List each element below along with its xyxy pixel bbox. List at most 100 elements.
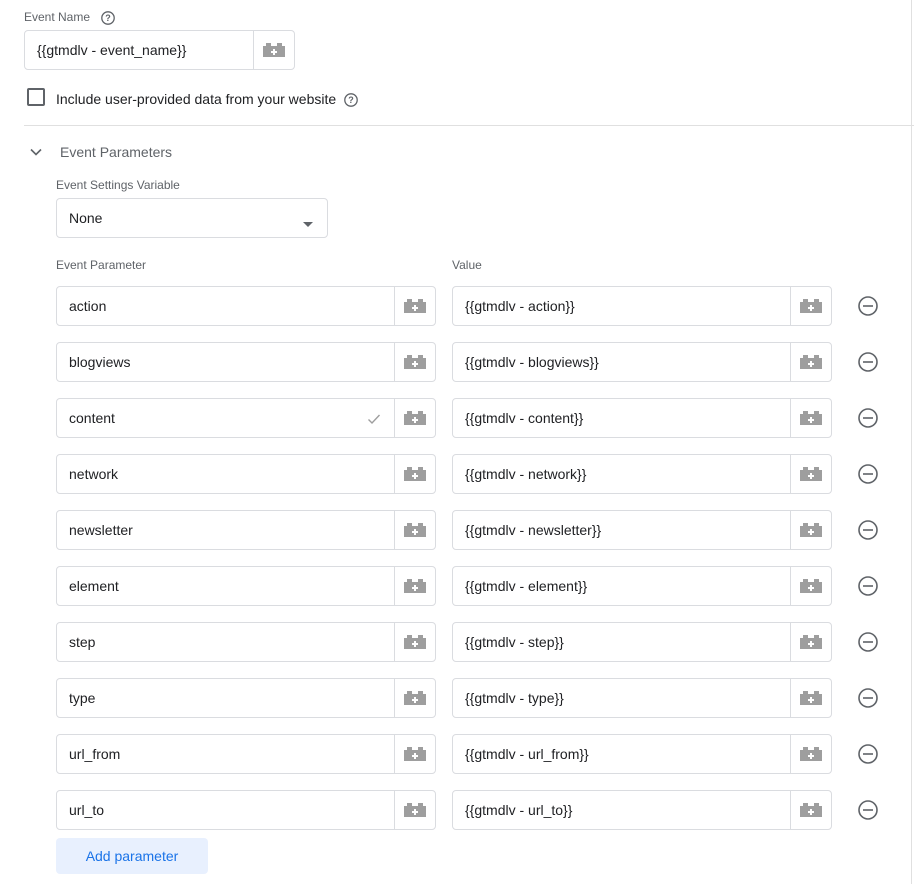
variable-picker-button[interactable] bbox=[790, 511, 831, 549]
lego-brick-icon bbox=[800, 411, 822, 425]
parameter-value-value: {{gtmdlv - step}} bbox=[465, 634, 564, 650]
parameter-name-value: network bbox=[69, 466, 119, 482]
variable-picker-button[interactable] bbox=[790, 567, 831, 605]
lego-brick-icon bbox=[263, 43, 285, 57]
lego-brick-icon bbox=[404, 411, 426, 425]
add-parameter-button[interactable]: Add parameter bbox=[56, 838, 208, 874]
variable-picker-button[interactable] bbox=[394, 791, 435, 829]
remove-parameter-icon[interactable] bbox=[857, 351, 879, 373]
parameter-name-field[interactable]: step bbox=[56, 622, 436, 662]
lego-brick-icon bbox=[404, 635, 426, 649]
parameter-name-value: url_from bbox=[69, 746, 121, 762]
parameter-value-field[interactable]: {{gtmdlv - step}} bbox=[452, 622, 832, 662]
lego-brick-icon bbox=[800, 523, 822, 537]
parameter-value-value: {{gtmdlv - newsletter}} bbox=[465, 522, 602, 538]
settings-variable-value: None bbox=[69, 210, 103, 226]
variable-picker-button[interactable] bbox=[394, 287, 435, 325]
parameter-value-field[interactable]: {{gtmdlv - blogviews}} bbox=[452, 342, 832, 382]
variable-picker-button[interactable] bbox=[253, 31, 294, 69]
lego-brick-icon bbox=[800, 803, 822, 817]
variable-picker-button[interactable] bbox=[790, 623, 831, 661]
remove-parameter-icon[interactable] bbox=[857, 295, 879, 317]
parameter-value-field[interactable]: {{gtmdlv - url_from}} bbox=[452, 734, 832, 774]
parameter-value-field[interactable]: {{gtmdlv - type}} bbox=[452, 678, 832, 718]
event-name-value: {{gtmdlv - event_name}} bbox=[37, 42, 187, 58]
variable-picker-button[interactable] bbox=[394, 399, 435, 437]
parameter-name-field[interactable]: newsletter bbox=[56, 510, 436, 550]
remove-parameter-icon[interactable] bbox=[857, 463, 879, 485]
variable-picker-button[interactable] bbox=[394, 679, 435, 717]
parameter-name-value: action bbox=[69, 298, 107, 314]
col-header-value: Value bbox=[452, 258, 482, 272]
parameter-value-value: {{gtmdlv - url_from}} bbox=[465, 746, 589, 762]
parameter-value-value: {{gtmdlv - content}} bbox=[465, 410, 584, 426]
parameter-value-field[interactable]: {{gtmdlv - content}} bbox=[452, 398, 832, 438]
remove-parameter-icon[interactable] bbox=[857, 631, 879, 653]
variable-picker-button[interactable] bbox=[790, 735, 831, 773]
remove-parameter-icon[interactable] bbox=[857, 575, 879, 597]
parameter-value-value: {{gtmdlv - action}} bbox=[465, 298, 575, 314]
parameter-name-field[interactable]: element bbox=[56, 566, 436, 606]
parameter-name-field[interactable]: network bbox=[56, 454, 436, 494]
lego-brick-icon bbox=[800, 299, 822, 313]
parameter-name-field[interactable]: content bbox=[56, 398, 436, 438]
lego-brick-icon bbox=[800, 747, 822, 761]
lego-brick-icon bbox=[800, 691, 822, 705]
user-data-label: Include user-provided data from your web… bbox=[56, 91, 337, 107]
parameter-name-value: newsletter bbox=[69, 522, 133, 538]
parameter-value-value: {{gtmdlv - blogviews}} bbox=[465, 354, 599, 370]
variable-picker-button[interactable] bbox=[790, 399, 831, 437]
parameter-name-field[interactable]: action bbox=[56, 286, 436, 326]
variable-picker-button[interactable] bbox=[790, 343, 831, 381]
lego-brick-icon bbox=[404, 299, 426, 313]
lego-brick-icon bbox=[404, 355, 426, 369]
help-circle-icon[interactable]: ? bbox=[100, 10, 116, 26]
lego-brick-icon bbox=[404, 523, 426, 537]
lego-brick-icon bbox=[800, 635, 822, 649]
settings-variable-label: Event Settings Variable bbox=[56, 178, 180, 192]
remove-parameter-icon[interactable] bbox=[857, 519, 879, 541]
svg-text:?: ? bbox=[348, 95, 354, 105]
parameter-name-field[interactable]: url_to bbox=[56, 790, 436, 830]
parameter-name-value: content bbox=[69, 410, 115, 426]
event-name-label: Event Name bbox=[24, 10, 91, 24]
variable-picker-button[interactable] bbox=[394, 511, 435, 549]
event-name-field[interactable]: {{gtmdlv - event_name}} bbox=[24, 30, 295, 70]
settings-variable-select[interactable]: None bbox=[56, 198, 328, 238]
remove-parameter-icon[interactable] bbox=[857, 743, 879, 765]
variable-picker-button[interactable] bbox=[394, 735, 435, 773]
lego-brick-icon bbox=[404, 747, 426, 761]
check-icon bbox=[367, 412, 381, 430]
lego-brick-icon bbox=[800, 579, 822, 593]
remove-parameter-icon[interactable] bbox=[857, 687, 879, 709]
variable-picker-button[interactable] bbox=[790, 791, 831, 829]
parameter-value-field[interactable]: {{gtmdlv - network}} bbox=[452, 454, 832, 494]
chevron-down-icon[interactable] bbox=[28, 144, 44, 160]
parameter-name-field[interactable]: type bbox=[56, 678, 436, 718]
variable-picker-button[interactable] bbox=[394, 455, 435, 493]
variable-picker-button[interactable] bbox=[394, 623, 435, 661]
variable-picker-button[interactable] bbox=[790, 679, 831, 717]
remove-parameter-icon[interactable] bbox=[857, 407, 879, 429]
remove-parameter-icon[interactable] bbox=[857, 799, 879, 821]
parameter-name-field[interactable]: blogviews bbox=[56, 342, 436, 382]
event-parameters-title[interactable]: Event Parameters bbox=[60, 144, 172, 160]
parameter-value-field[interactable]: {{gtmdlv - action}} bbox=[452, 286, 832, 326]
variable-picker-button[interactable] bbox=[394, 343, 435, 381]
dropdown-arrow-icon bbox=[303, 215, 313, 233]
parameter-name-value: step bbox=[69, 634, 96, 650]
parameter-value-field[interactable]: {{gtmdlv - newsletter}} bbox=[452, 510, 832, 550]
variable-picker-button[interactable] bbox=[790, 455, 831, 493]
lego-brick-icon bbox=[404, 467, 426, 481]
add-parameter-label: Add parameter bbox=[85, 848, 179, 864]
lego-brick-icon bbox=[800, 467, 822, 481]
help-circle-icon[interactable]: ? bbox=[343, 92, 359, 108]
section-divider bbox=[24, 125, 914, 126]
col-header-parameter: Event Parameter bbox=[56, 258, 147, 272]
parameter-value-field[interactable]: {{gtmdlv - url_to}} bbox=[452, 790, 832, 830]
variable-picker-button[interactable] bbox=[790, 287, 831, 325]
parameter-value-field[interactable]: {{gtmdlv - element}} bbox=[452, 566, 832, 606]
user-data-checkbox[interactable] bbox=[27, 88, 45, 106]
parameter-name-field[interactable]: url_from bbox=[56, 734, 436, 774]
variable-picker-button[interactable] bbox=[394, 567, 435, 605]
